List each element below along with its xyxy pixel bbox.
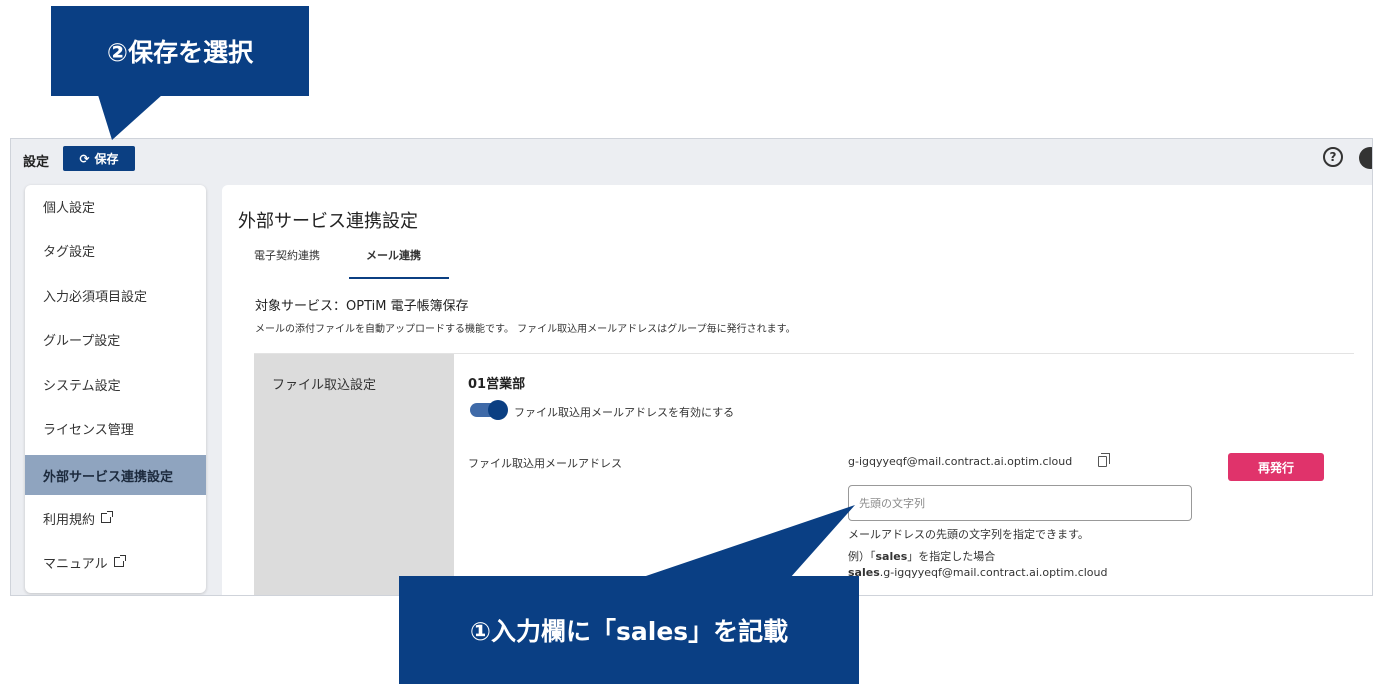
sidebar-item-label: 外部サービス連携設定 bbox=[43, 469, 174, 485]
target-service: 対象サービス：OPTiM 電子帳簿保存 bbox=[255, 299, 469, 314]
enable-address-toggle[interactable] bbox=[470, 400, 508, 420]
app-window: 設定 ⟳ 保存 ? 個人設定 タグ設定 入力必須項目設定 グループ設定 システム… bbox=[10, 138, 1373, 596]
reissue-button[interactable]: 再発行 bbox=[1228, 453, 1324, 481]
sidebar-item-required-fields[interactable]: 入力必須項目設定 bbox=[25, 278, 206, 312]
sidebar-item-license[interactable]: ライセンス管理 bbox=[25, 411, 206, 445]
prefix-hint: メールアドレスの先頭の文字列を指定できます。 bbox=[848, 528, 1089, 541]
sidebar-item-system[interactable]: システム設定 bbox=[25, 367, 206, 401]
example-suffix: 」を指定した場合 bbox=[907, 550, 996, 563]
sidebar-item-manual[interactable]: マニュアル bbox=[25, 545, 206, 579]
sidebar-item-label: 利用規約 bbox=[43, 512, 96, 528]
prefix-input[interactable] bbox=[848, 485, 1192, 521]
sidebar-item-label: 個人設定 bbox=[43, 200, 96, 216]
import-email-address: g-igqyyeqf@mail.contract.ai.optim.cloud bbox=[848, 455, 1073, 468]
copy-icon[interactable] bbox=[1098, 453, 1110, 467]
save-button[interactable]: ⟳ 保存 bbox=[63, 146, 135, 171]
top-bar: 設定 ⟳ 保存 ? bbox=[11, 139, 1372, 179]
refresh-icon: ⟳ bbox=[79, 151, 90, 166]
settings-label-column: ファイル取込設定 bbox=[254, 354, 454, 595]
example-address-rest: .g-igqyyeqf@mail.contract.ai.optim.cloud bbox=[879, 566, 1108, 579]
callout-input: ①入力欄に「sales」を記載 bbox=[399, 576, 859, 684]
page-section-title: 設定 bbox=[23, 155, 50, 170]
example-keyword: sales bbox=[875, 550, 908, 563]
external-link-icon bbox=[101, 511, 114, 523]
sidebar-item-label: マニュアル bbox=[43, 556, 108, 572]
sidebar-item-label: タグ設定 bbox=[43, 244, 96, 260]
sidebar-item-groups[interactable]: グループ設定 bbox=[25, 322, 206, 356]
callout-save-pointer bbox=[98, 95, 162, 140]
help-icon[interactable]: ? bbox=[1323, 147, 1343, 167]
save-button-label: 保存 bbox=[94, 152, 119, 166]
sidebar-item-personal[interactable]: 個人設定 bbox=[25, 189, 206, 223]
toggle-knob bbox=[488, 400, 508, 420]
tab-mail[interactable]: メール連携 bbox=[366, 247, 421, 263]
toggle-label: ファイル取込用メールアドレスを有効にする bbox=[514, 406, 735, 419]
tab-e-contract[interactable]: 電子契約連携 bbox=[254, 247, 320, 263]
sidebar-item-terms[interactable]: 利用規約 bbox=[25, 501, 206, 535]
feature-description: メールの添付ファイルを自動アップロードする機能です。 ファイル取込用メールアドレ… bbox=[255, 324, 796, 335]
example-address: sales.g-igqyyeqf@mail.contract.ai.optim.… bbox=[848, 566, 1107, 579]
address-label: ファイル取込用メールアドレス bbox=[468, 457, 622, 470]
user-account-icon[interactable] bbox=[1359, 147, 1372, 169]
group-name: 01営業部 bbox=[468, 377, 526, 392]
section-label: ファイル取込設定 bbox=[272, 378, 377, 393]
active-tab-indicator bbox=[349, 277, 449, 279]
callout-save: ②保存を選択 bbox=[51, 6, 309, 96]
sidebar-item-tags[interactable]: タグ設定 bbox=[25, 233, 206, 267]
external-link-icon bbox=[113, 555, 126, 567]
sidebar-item-label: システム設定 bbox=[43, 378, 121, 394]
sidebar-item-label: 入力必須項目設定 bbox=[43, 289, 148, 305]
page-title: 外部サービス連携設定 bbox=[238, 211, 418, 232]
example-prefix: 例）「 bbox=[848, 550, 876, 563]
sidebar-item-external-services[interactable]: 外部サービス連携設定 bbox=[25, 455, 206, 495]
example-text: 例）「sales」を指定した場合 bbox=[848, 548, 995, 564]
main-panel: 外部サービス連携設定 電子契約連携 メール連携 対象サービス：OPTiM 電子帳… bbox=[222, 185, 1372, 595]
sidebar-item-label: グループ設定 bbox=[43, 333, 121, 349]
sidebar-item-label: ライセンス管理 bbox=[43, 422, 134, 438]
sidebar: 個人設定 タグ設定 入力必須項目設定 グループ設定 システム設定 ライセンス管理… bbox=[25, 185, 206, 593]
